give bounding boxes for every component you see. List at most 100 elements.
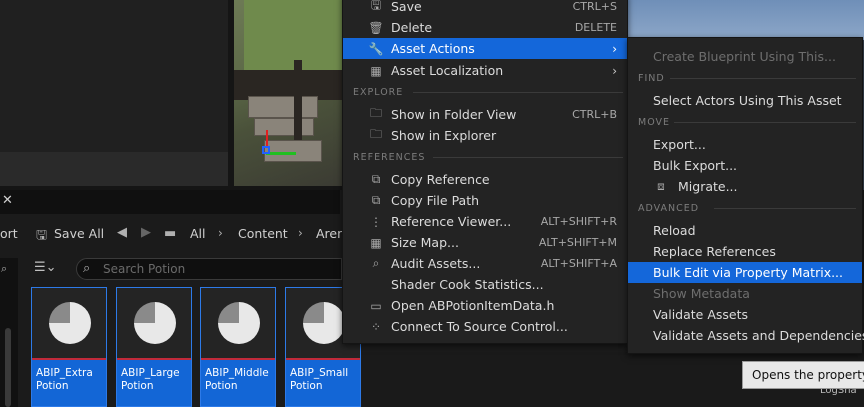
menu-item-show-in-folder-view[interactable]: 🗀 Show in Folder View CTRL+B <box>343 104 627 125</box>
data-asset-icon <box>218 302 260 344</box>
localization-icon: ▦ <box>370 63 382 78</box>
import-button[interactable]: ort <box>0 226 18 241</box>
menu-item-shortcut: DELETE <box>574 21 617 34</box>
close-icon[interactable]: ✕ <box>2 193 13 208</box>
sources-rail: ⌕ <box>0 258 18 407</box>
menu-item-shortcut: ALT+SHIFT+M <box>538 236 617 249</box>
asset-thumbnail <box>201 288 275 360</box>
menu-item-label: Copy Reference <box>391 172 490 187</box>
menu-item-size-map[interactable]: ▦ Size Map... ALT+SHIFT+M <box>343 232 627 253</box>
data-asset-icon <box>49 302 91 344</box>
menu-item-label: Show Metadata <box>653 286 750 301</box>
code-file-icon: ▭ <box>370 298 382 313</box>
menu-item-label: Bulk Export... <box>653 158 738 173</box>
save-all-button[interactable]: Save All <box>54 226 104 241</box>
menu-item-show-in-explorer[interactable]: 🗀 Show in Explorer <box>343 125 627 146</box>
section-header-move: MOVE <box>638 117 856 128</box>
folder-icon: ▬ <box>164 226 177 241</box>
menu-item-replace-references[interactable]: Replace References <box>628 241 862 262</box>
menu-item-select-actors[interactable]: Select Actors Using This Asset <box>628 90 862 111</box>
menu-item-label: Validate Assets <box>653 307 749 322</box>
menu-item-shortcut: CTRL+B <box>572 108 617 121</box>
menu-item-open-header[interactable]: ▭ Open ABPotionItemData.h <box>343 295 627 316</box>
gizmo-y-axis[interactable] <box>266 152 296 155</box>
asset-thumbnail <box>117 288 191 360</box>
menu-item-label: Open ABPotionItemData.h <box>391 298 555 313</box>
folder-search-icon: 🗀 <box>369 127 382 141</box>
trash-icon: 🗑 <box>368 20 384 35</box>
menu-item-label: Audit Assets... <box>391 256 481 271</box>
menu-item-label: Reload <box>653 223 696 238</box>
search-icon[interactable]: ⌕ <box>1 262 7 276</box>
menu-item-migrate[interactable]: ⧈ Migrate... <box>628 176 862 197</box>
data-asset-icon <box>134 302 176 344</box>
asset-name: ABIP_Small Potion <box>290 367 349 392</box>
level-viewport-right[interactable] <box>626 0 864 40</box>
menu-item-label: Copy File Path <box>391 193 480 208</box>
menu-item-audit-assets[interactable]: ⌕ Audit Assets... ALT+SHIFT+A <box>343 253 627 274</box>
gizmo-x-axis[interactable] <box>266 130 268 146</box>
menu-item-shortcut: ALT+SHIFT+A <box>540 257 617 270</box>
menu-item-label: Reference Viewer... <box>391 214 512 229</box>
audit-icon: ⌕ <box>372 256 380 270</box>
breadcrumb-folder[interactable]: Aren <box>316 226 345 241</box>
menu-item-reload[interactable]: Reload <box>628 220 862 241</box>
search-field[interactable]: ⌕ <box>76 258 342 280</box>
menu-item-label: Replace References <box>653 244 776 259</box>
scrollbar-thumb[interactable] <box>5 328 11 407</box>
breadcrumb-all[interactable]: All <box>190 226 206 241</box>
menu-item-shortcut: CTRL+S <box>572 0 617 13</box>
menu-item-save[interactable]: 🖫 Save CTRL+S <box>343 0 627 17</box>
menu-item-connect-source-control[interactable]: ⁘ Connect To Source Control... <box>343 316 627 337</box>
breadcrumb-chevron-icon: › <box>298 226 303 240</box>
menu-item-label: Delete <box>391 20 433 35</box>
source-control-icon: ⁘ <box>370 319 382 334</box>
menu-item-reference-viewer[interactable]: ⋮ Reference Viewer... ALT+SHIFT+R <box>343 211 627 232</box>
forward-icon[interactable]: ▶ <box>141 225 151 240</box>
menu-item-label: Asset Actions <box>391 41 475 56</box>
folder-search-icon: 🗀 <box>369 106 382 120</box>
save-all-icon: 🖫 <box>36 228 48 243</box>
menu-item-copy-file-path[interactable]: ⧉ Copy File Path <box>343 190 627 211</box>
menu-item-bulk-edit-property-matrix[interactable]: Bulk Edit via Property Matrix... <box>628 262 862 283</box>
filter-dropdown-icon[interactable]: ☰⌄ <box>34 260 57 275</box>
back-icon[interactable]: ◀ <box>117 225 127 240</box>
menu-item-copy-reference[interactable]: ⧉ Copy Reference <box>343 169 627 190</box>
search-icon: ⌕ <box>83 261 91 276</box>
section-header-explore: EXPLORE <box>353 87 623 98</box>
menu-item-label: Select Actors Using This Asset <box>653 93 842 108</box>
breadcrumb-chevron-icon: › <box>218 226 223 240</box>
asset-tile[interactable]: ABIP_Extra Potion <box>31 287 107 407</box>
menu-item-asset-localization[interactable]: ▦ Asset Localization › <box>343 60 627 81</box>
asset-tile[interactable]: ABIP_Large Potion <box>116 287 192 407</box>
menu-item-validate-assets-dependencies[interactable]: Validate Assets and Dependencies <box>628 325 864 346</box>
gizmo-z-axis[interactable] <box>262 146 270 154</box>
menu-item-validate-assets[interactable]: Validate Assets <box>628 304 862 325</box>
menu-item-bulk-export[interactable]: Bulk Export... <box>628 155 862 176</box>
level-viewport-left[interactable] <box>0 0 228 186</box>
menu-item-label: Save <box>391 0 422 14</box>
menu-item-label: Shader Cook Statistics... <box>391 277 544 292</box>
menu-item-label: Connect To Source Control... <box>391 319 568 334</box>
level-viewport-scene[interactable] <box>234 0 342 186</box>
menu-item-label: Show in Explorer <box>391 128 497 143</box>
asset-context-menu: 🖫 Save CTRL+S 🗑 Delete DELETE 🔧 Asset Ac… <box>342 0 628 344</box>
search-input[interactable] <box>103 261 333 277</box>
viewport-floor <box>0 152 228 186</box>
tooltip: Opens the property m <box>742 361 864 389</box>
menu-item-asset-actions[interactable]: 🔧 Asset Actions › <box>343 38 627 59</box>
section-header-references: REFERENCES <box>353 152 623 163</box>
submenu-arrow-icon: › <box>612 41 617 56</box>
asset-name: ABIP_Large Potion <box>121 367 180 392</box>
asset-tile[interactable]: ABIP_Middle Potion <box>200 287 276 407</box>
menu-item-label: Validate Assets and Dependencies <box>653 328 864 343</box>
menu-item-delete[interactable]: 🗑 Delete DELETE <box>343 17 627 38</box>
menu-item-export[interactable]: Export... <box>628 134 862 155</box>
asset-actions-submenu: Create Blueprint Using This... FIND Sele… <box>627 37 864 354</box>
migrate-icon: ⧈ <box>657 179 665 193</box>
menu-item-shader-cook-statistics[interactable]: Shader Cook Statistics... <box>343 274 627 295</box>
menu-item-create-blueprint[interactable]: Create Blueprint Using This... <box>628 46 862 67</box>
menu-item-show-metadata[interactable]: Show Metadata <box>628 283 862 304</box>
breadcrumb-content[interactable]: Content <box>238 226 288 241</box>
section-header-find: FIND <box>638 73 856 84</box>
